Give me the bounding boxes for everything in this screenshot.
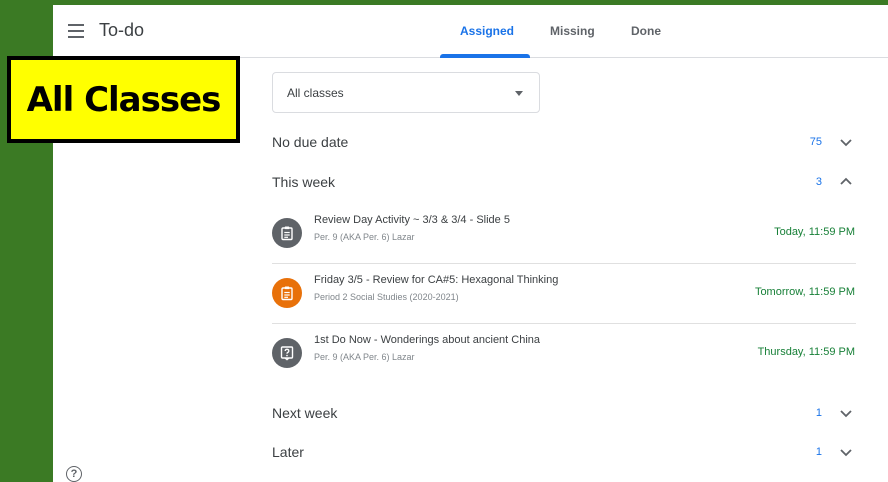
item-class: Period 2 Social Studies (2020-2021): [314, 292, 459, 302]
callout-text: All Classes: [26, 79, 222, 120]
section-later[interactable]: Later 1: [272, 441, 856, 465]
active-tab-indicator: [440, 54, 530, 58]
chevron-up-icon[interactable]: [839, 175, 853, 189]
tab-missing[interactable]: Missing: [550, 24, 595, 38]
section-count: 1: [815, 407, 822, 419]
section-title: Next week: [272, 405, 338, 421]
tab-done[interactable]: Done: [631, 24, 661, 38]
chevron-down-icon[interactable]: [839, 135, 853, 149]
tab-assigned[interactable]: Assigned: [460, 24, 514, 38]
app-title: To-do: [99, 20, 145, 40]
item-title: Friday 3/5 - Review for CA#5: Hexagonal …: [314, 274, 559, 286]
section-next-week[interactable]: Next week 1: [272, 402, 856, 426]
question-icon: [272, 338, 302, 368]
section-title: No due date: [272, 134, 349, 150]
caret-down-icon: [515, 91, 523, 96]
section-count: 3: [815, 176, 822, 188]
chevron-down-icon[interactable]: [839, 406, 853, 420]
item-class: Per. 9 (AKA Per. 6) Lazar: [314, 352, 415, 362]
help-icon[interactable]: ?: [66, 466, 82, 482]
item-title: Review Day Activity ~ 3/3 & 3/4 - Slide …: [314, 214, 510, 226]
todo-item[interactable]: Review Day Activity ~ 3/3 & 3/4 - Slide …: [272, 204, 856, 264]
item-class: Per. 9 (AKA Per. 6) Lazar: [314, 232, 415, 242]
assignment-icon: [272, 278, 302, 308]
class-filter-dropdown[interactable]: All classes: [272, 72, 540, 113]
top-app-bar: To-do Assigned Missing Done: [53, 5, 888, 58]
menu-icon[interactable]: [68, 24, 84, 38]
todo-item[interactable]: 1st Do Now - Wonderings about ancient Ch…: [272, 324, 856, 384]
section-count: 75: [809, 136, 822, 148]
todo-item[interactable]: Friday 3/5 - Review for CA#5: Hexagonal …: [272, 264, 856, 324]
class-filter-value: All classes: [287, 86, 344, 100]
section-count: 1: [815, 446, 822, 458]
section-this-week[interactable]: This week 3: [272, 171, 856, 195]
item-due-date: Tomorrow, 11:59 PM: [754, 286, 855, 298]
section-title: This week: [272, 174, 336, 190]
all-classes-callout: All Classes: [7, 56, 240, 143]
item-due-date: Today, 11:59 PM: [774, 226, 855, 238]
chevron-down-icon[interactable]: [839, 445, 853, 459]
item-title: 1st Do Now - Wonderings about ancient Ch…: [314, 334, 541, 346]
item-due-date: Thursday, 11:59 PM: [757, 346, 855, 358]
section-title: Later: [272, 444, 304, 460]
section-no-due-date[interactable]: No due date 75: [272, 131, 856, 155]
assignment-icon: [272, 218, 302, 248]
